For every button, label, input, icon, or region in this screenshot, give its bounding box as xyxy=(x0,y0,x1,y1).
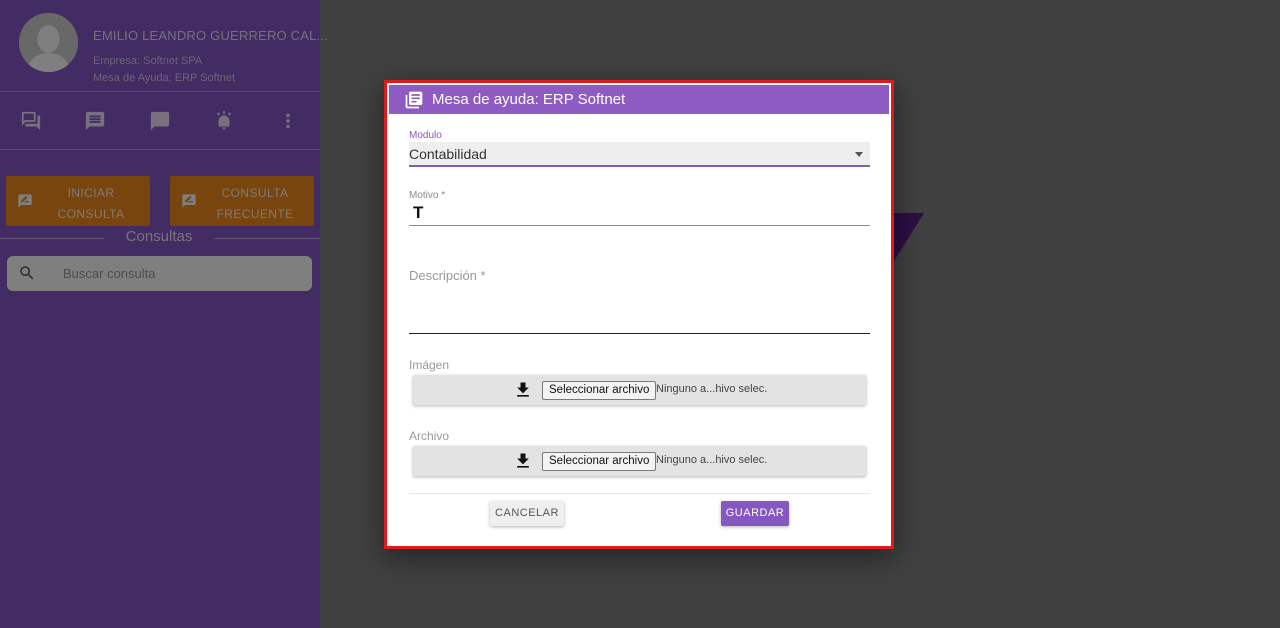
modulo-label: Modulo xyxy=(409,130,442,141)
download-icon xyxy=(513,451,533,471)
dialog-header: Mesa de ayuda: ERP Softnet xyxy=(389,85,889,114)
imagen-select-file-button[interactable]: Seleccionar archivo xyxy=(542,381,657,400)
dialog-title: Mesa de ayuda: ERP Softnet xyxy=(432,91,626,108)
modulo-select[interactable]: Contabilidad xyxy=(409,142,870,167)
imagen-file-picker[interactable]: Seleccionar archivo Ninguno a...hivo sel… xyxy=(413,375,866,405)
imagen-file-status: Ninguno a...hivo selec. xyxy=(656,383,768,395)
dropdown-arrow-icon xyxy=(855,152,863,157)
archivo-file-status: Ninguno a...hivo selec. xyxy=(656,454,768,466)
archivo-file-picker[interactable]: Seleccionar archivo Ninguno a...hivo sel… xyxy=(413,446,866,476)
save-button[interactable]: GUARDAR xyxy=(721,501,789,526)
cancel-button[interactable]: CANCELAR xyxy=(490,501,564,526)
help-desk-dialog: Mesa de ayuda: ERP Softnet Modulo Contab… xyxy=(384,80,894,549)
library-books-icon xyxy=(404,90,424,110)
motivo-label: Motivo * xyxy=(409,190,446,201)
imagen-label: Imágen xyxy=(409,358,450,372)
motivo-input[interactable] xyxy=(409,201,870,226)
archivo-select-file-button[interactable]: Seleccionar archivo xyxy=(542,452,657,471)
modulo-selected-value: Contabilidad xyxy=(409,146,487,162)
download-icon xyxy=(513,380,533,400)
descripcion-textarea[interactable] xyxy=(409,289,870,334)
dialog-divider xyxy=(409,493,870,494)
archivo-label: Archivo xyxy=(409,429,450,443)
descripcion-label: Descripción * xyxy=(409,268,486,283)
